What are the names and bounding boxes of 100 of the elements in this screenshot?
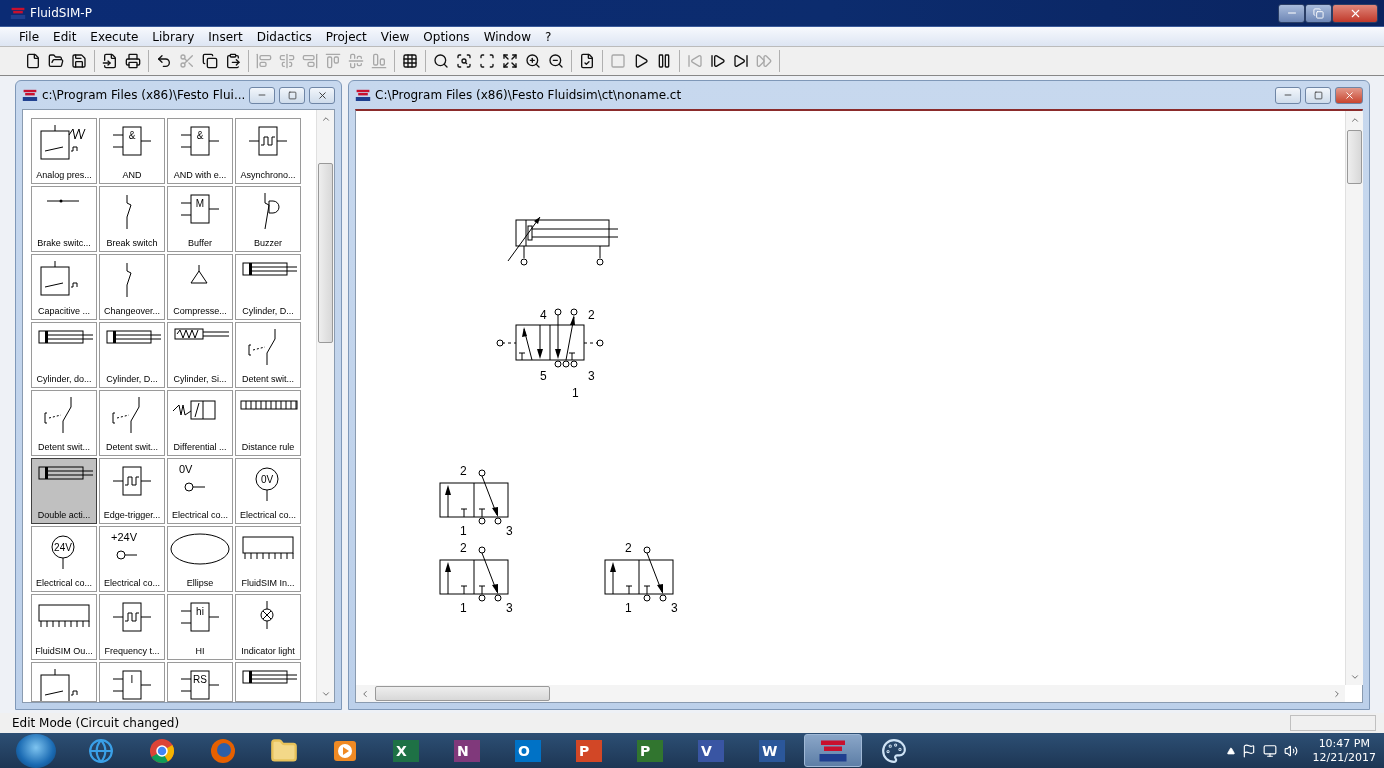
menu-item[interactable]: Options [416, 29, 477, 44]
taskbar-app-button[interactable]: P [621, 734, 679, 767]
library-tile[interactable]: & AND with e... [167, 118, 233, 184]
library-tile[interactable]: & AND [99, 118, 165, 184]
library-tile[interactable]: Edge-trigger... [99, 458, 165, 524]
tile-label: Cylinder, D... [242, 306, 294, 316]
menu-item[interactable]: Didactics [249, 29, 319, 44]
symbol-label: hi [196, 606, 204, 617]
library-tile[interactable]: Changeover... [99, 254, 165, 320]
library-tile[interactable]: Brake switc... [31, 186, 97, 252]
port-number: 1 [460, 601, 467, 615]
library-tile[interactable]: Detent swit... [235, 322, 301, 388]
library-window-title: c:\Program Files (x86)\Festo Flui... [41, 88, 246, 102]
menu-item[interactable]: View [373, 29, 417, 44]
tile-label: Cylinder, D... [106, 374, 158, 384]
menu-item[interactable]: File [12, 29, 47, 44]
library-tile[interactable]: Ellipse [167, 526, 233, 592]
office-app-icon: O [515, 739, 541, 762]
library-tile[interactable]: I [99, 662, 165, 702]
library-tile[interactable]: Compresse... [167, 254, 233, 320]
office-app-icon: V [698, 739, 724, 762]
clock-time: 10:47 PM [1318, 736, 1370, 751]
tile-label: Electrical co... [36, 578, 92, 588]
office-app-icon: N [454, 739, 480, 762]
library-tile[interactable]: Cylinder, D... [235, 254, 301, 320]
library-tile[interactable]: Cylinder, Si... [167, 322, 233, 388]
symbol-label: 0V [260, 474, 274, 485]
tile-label: Changeover... [103, 306, 160, 316]
tile-label: Capacitive ... [38, 306, 90, 316]
library-tile[interactable]: 24V Electrical co... [31, 526, 97, 592]
port-number: 1 [460, 524, 467, 538]
window-title: FluidSIM-P [30, 6, 93, 20]
library-tile[interactable]: Analog pres... [31, 118, 97, 184]
port-number: 3 [588, 369, 595, 383]
taskbar-app-button[interactable]: W [743, 734, 801, 767]
port-number: 2 [588, 308, 595, 322]
tile-label: AND [122, 170, 142, 180]
library-tile[interactable]: 0V Electrical co... [235, 458, 301, 524]
status-text: Edit Mode (Circuit changed) [12, 716, 180, 730]
tile-label: HI [195, 646, 205, 656]
taskbar-app-button[interactable]: N [438, 734, 496, 767]
symbol-label: RS [193, 674, 207, 685]
tile-label: Brake switc... [37, 238, 91, 248]
library-tile[interactable]: Cylinder, do... [31, 322, 97, 388]
symbol-label: 0V [179, 463, 193, 475]
tile-label: Electrical co... [240, 510, 296, 520]
taskbar-app-button[interactable]: X [377, 734, 435, 767]
taskbar-app-button[interactable]: P [560, 734, 618, 767]
library-tile[interactable]: Detent swit... [31, 390, 97, 456]
port-number: 1 [625, 601, 632, 615]
library-tile[interactable]: Frequency t... [99, 594, 165, 660]
office-app-icon: X [393, 739, 419, 762]
port-number: 2 [460, 464, 467, 478]
library-tile[interactable]: Differential ... [167, 390, 233, 456]
library-tile[interactable]: Break switch [99, 186, 165, 252]
library-tile[interactable]: Cylinder, D... [99, 322, 165, 388]
menu-item[interactable]: Insert [201, 29, 250, 44]
tile-label: Edge-trigger... [103, 510, 161, 520]
library-tile[interactable]: Buzzer [235, 186, 301, 252]
port-number: 3 [506, 601, 513, 615]
library-tile[interactable]: FluidSIM In... [235, 526, 301, 592]
symbol-label: I [130, 674, 134, 685]
library-tile[interactable]: Detent swit... [99, 390, 165, 456]
menu-item[interactable]: ? [537, 29, 559, 44]
tile-label: Detent swit... [242, 374, 294, 384]
library-tile[interactable]: Asynchrono... [235, 118, 301, 184]
menu-item[interactable]: Project [318, 29, 374, 44]
tile-label: Distance rule [241, 442, 295, 452]
library-tile[interactable]: Double acti... [31, 458, 97, 524]
library-tile[interactable]: +24V Electrical co... [99, 526, 165, 592]
clock[interactable]: 10:47 PM 12/21/2017 [1312, 736, 1376, 765]
tile-label: FluidSIM Ou... [35, 646, 93, 656]
library-tile[interactable]: 0V Electrical co... [167, 458, 233, 524]
office-app-icon: W [759, 739, 785, 762]
taskbar-app-button[interactable]: O [499, 734, 557, 767]
menu-item[interactable]: Library [145, 29, 202, 44]
tile-label: Differential ... [173, 442, 227, 452]
tile-label: FluidSIM In... [241, 578, 295, 588]
library-tile[interactable]: Distance rule [235, 390, 301, 456]
port-number: 3 [671, 601, 678, 615]
tile-label: Cylinder, Si... [173, 374, 227, 384]
menu-item[interactable]: Execute [83, 29, 146, 44]
symbol-label: M [195, 198, 205, 209]
library-tile[interactable]: Capacitive ... [31, 254, 97, 320]
menu-item[interactable]: Window [476, 29, 538, 44]
tile-label: Break switch [106, 238, 158, 248]
library-tile[interactable]: FluidSIM Ou... [31, 594, 97, 660]
library-tile[interactable]: Indicator light [235, 594, 301, 660]
menu-item[interactable]: Edit [46, 29, 84, 44]
tile-label: Compresse... [173, 306, 227, 316]
port-number: 3 [506, 524, 513, 538]
taskbar-app-button[interactable]: V [682, 734, 740, 767]
tile-label: Cylinder, do... [36, 374, 92, 384]
tile-label: Buzzer [254, 238, 282, 248]
library-tile[interactable]: M Buffer [167, 186, 233, 252]
library-tile[interactable]: RS [167, 662, 233, 702]
tile-label: Buffer [188, 238, 212, 248]
library-tile[interactable]: hi HI [167, 594, 233, 660]
tile-label: Electrical co... [104, 578, 160, 588]
port-number: 4 [540, 308, 547, 322]
